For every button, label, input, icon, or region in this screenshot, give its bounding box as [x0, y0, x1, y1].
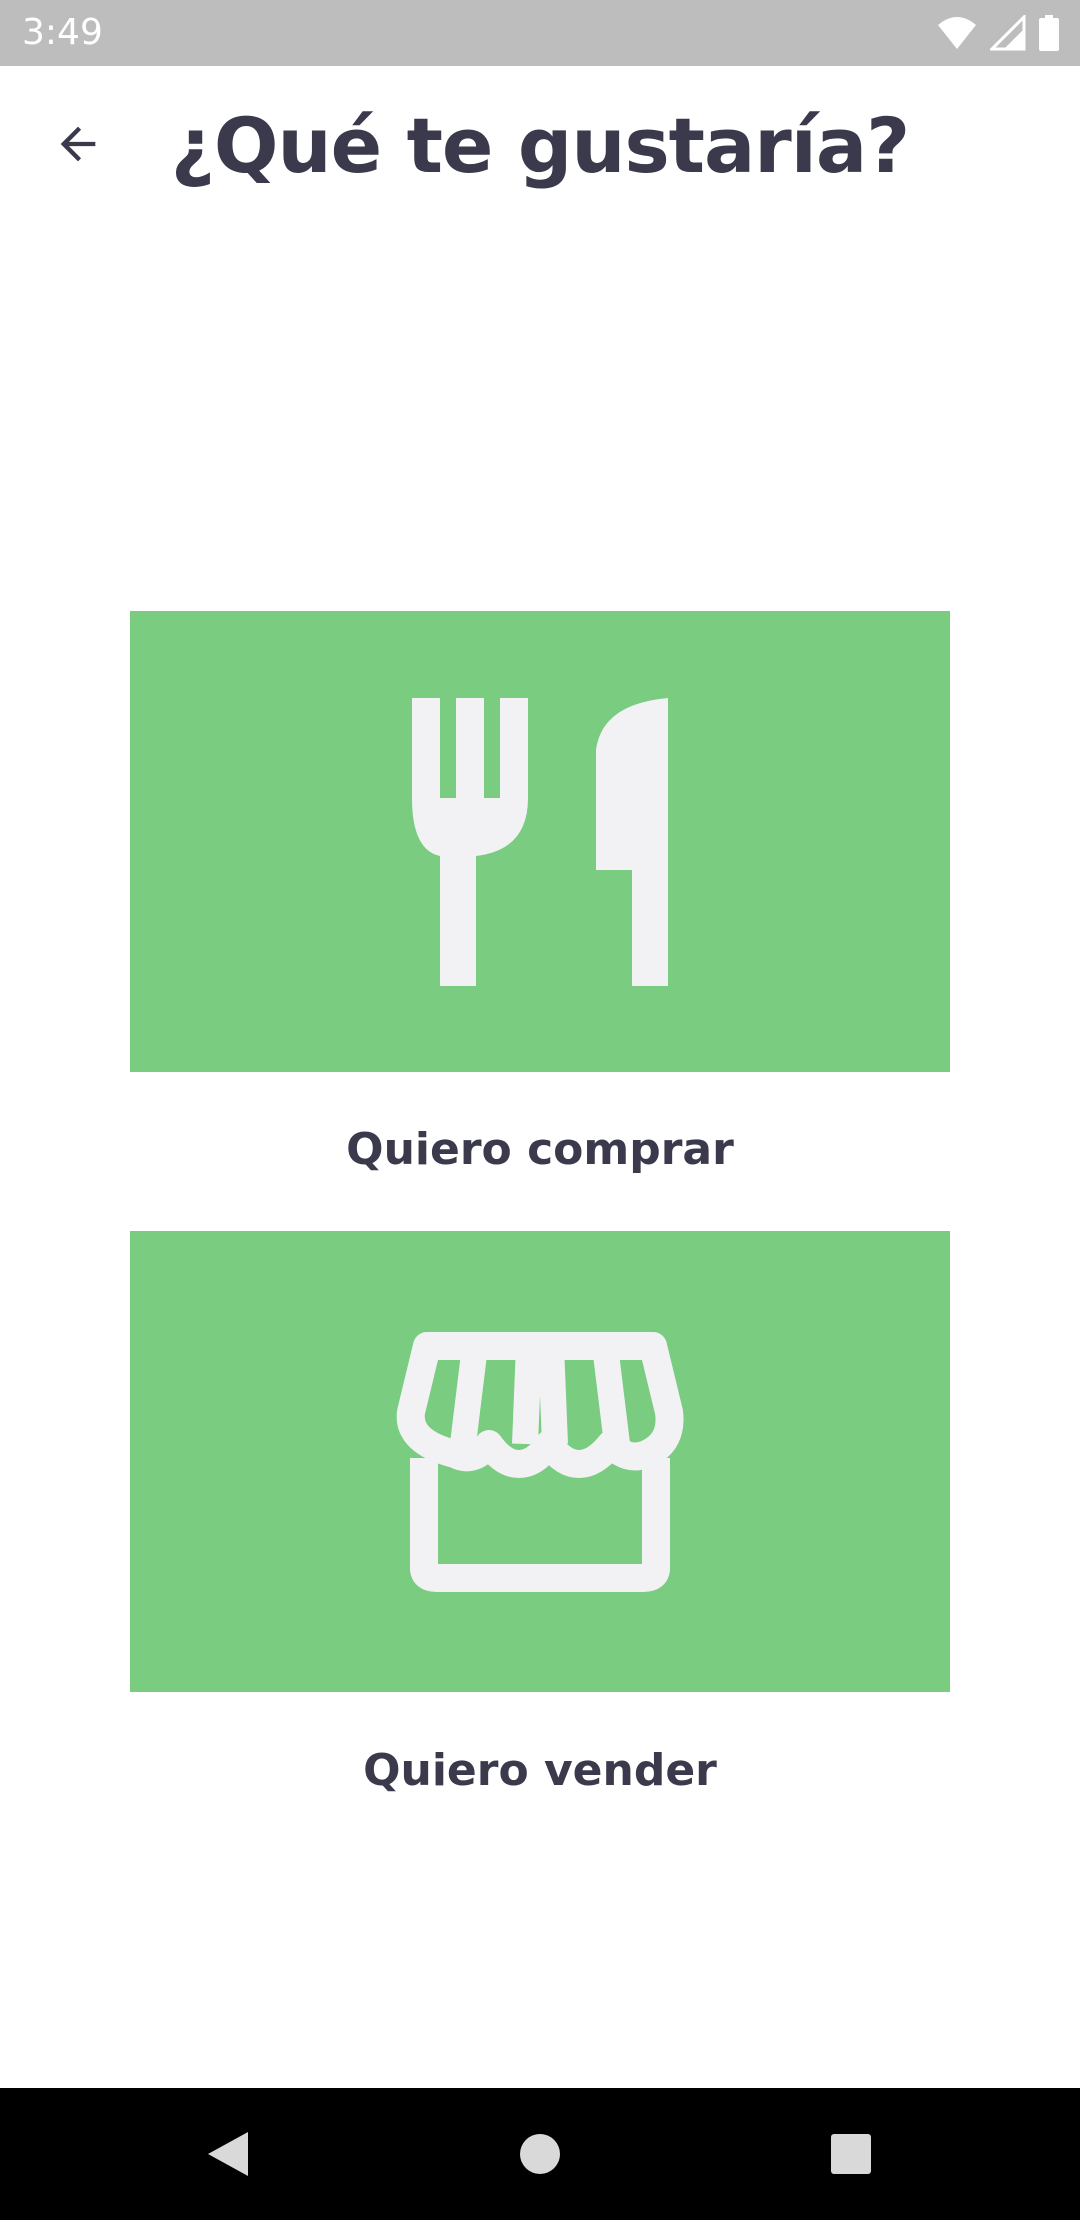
wifi-icon: [938, 17, 977, 49]
navigation-bar: [0, 2088, 1080, 2220]
status-icons: [929, 15, 1060, 51]
sell-option-card[interactable]: [130, 1231, 950, 1692]
buy-option-card[interactable]: [130, 611, 950, 1072]
nav-recents-icon: [831, 2134, 871, 2174]
nav-recents-button[interactable]: [785, 2088, 917, 2220]
fork-knife-icon: [412, 697, 668, 986]
signal-icon: [989, 15, 1026, 51]
storefront-icon: [396, 1331, 684, 1592]
nav-back-button[interactable]: [162, 2088, 294, 2220]
status-time: 3:49: [22, 12, 103, 53]
battery-icon: [1039, 15, 1059, 51]
nav-home-icon: [520, 2134, 560, 2174]
sell-option-label[interactable]: Quiero vender: [0, 1745, 1080, 1796]
nav-back-icon: [208, 2132, 248, 2176]
buy-option-label[interactable]: Quiero comprar: [0, 1124, 1080, 1175]
nav-home-button[interactable]: [474, 2088, 606, 2220]
status-bar: 3:49: [0, 0, 1080, 66]
page-title: ¿Qué te gustaría?: [170, 101, 910, 190]
